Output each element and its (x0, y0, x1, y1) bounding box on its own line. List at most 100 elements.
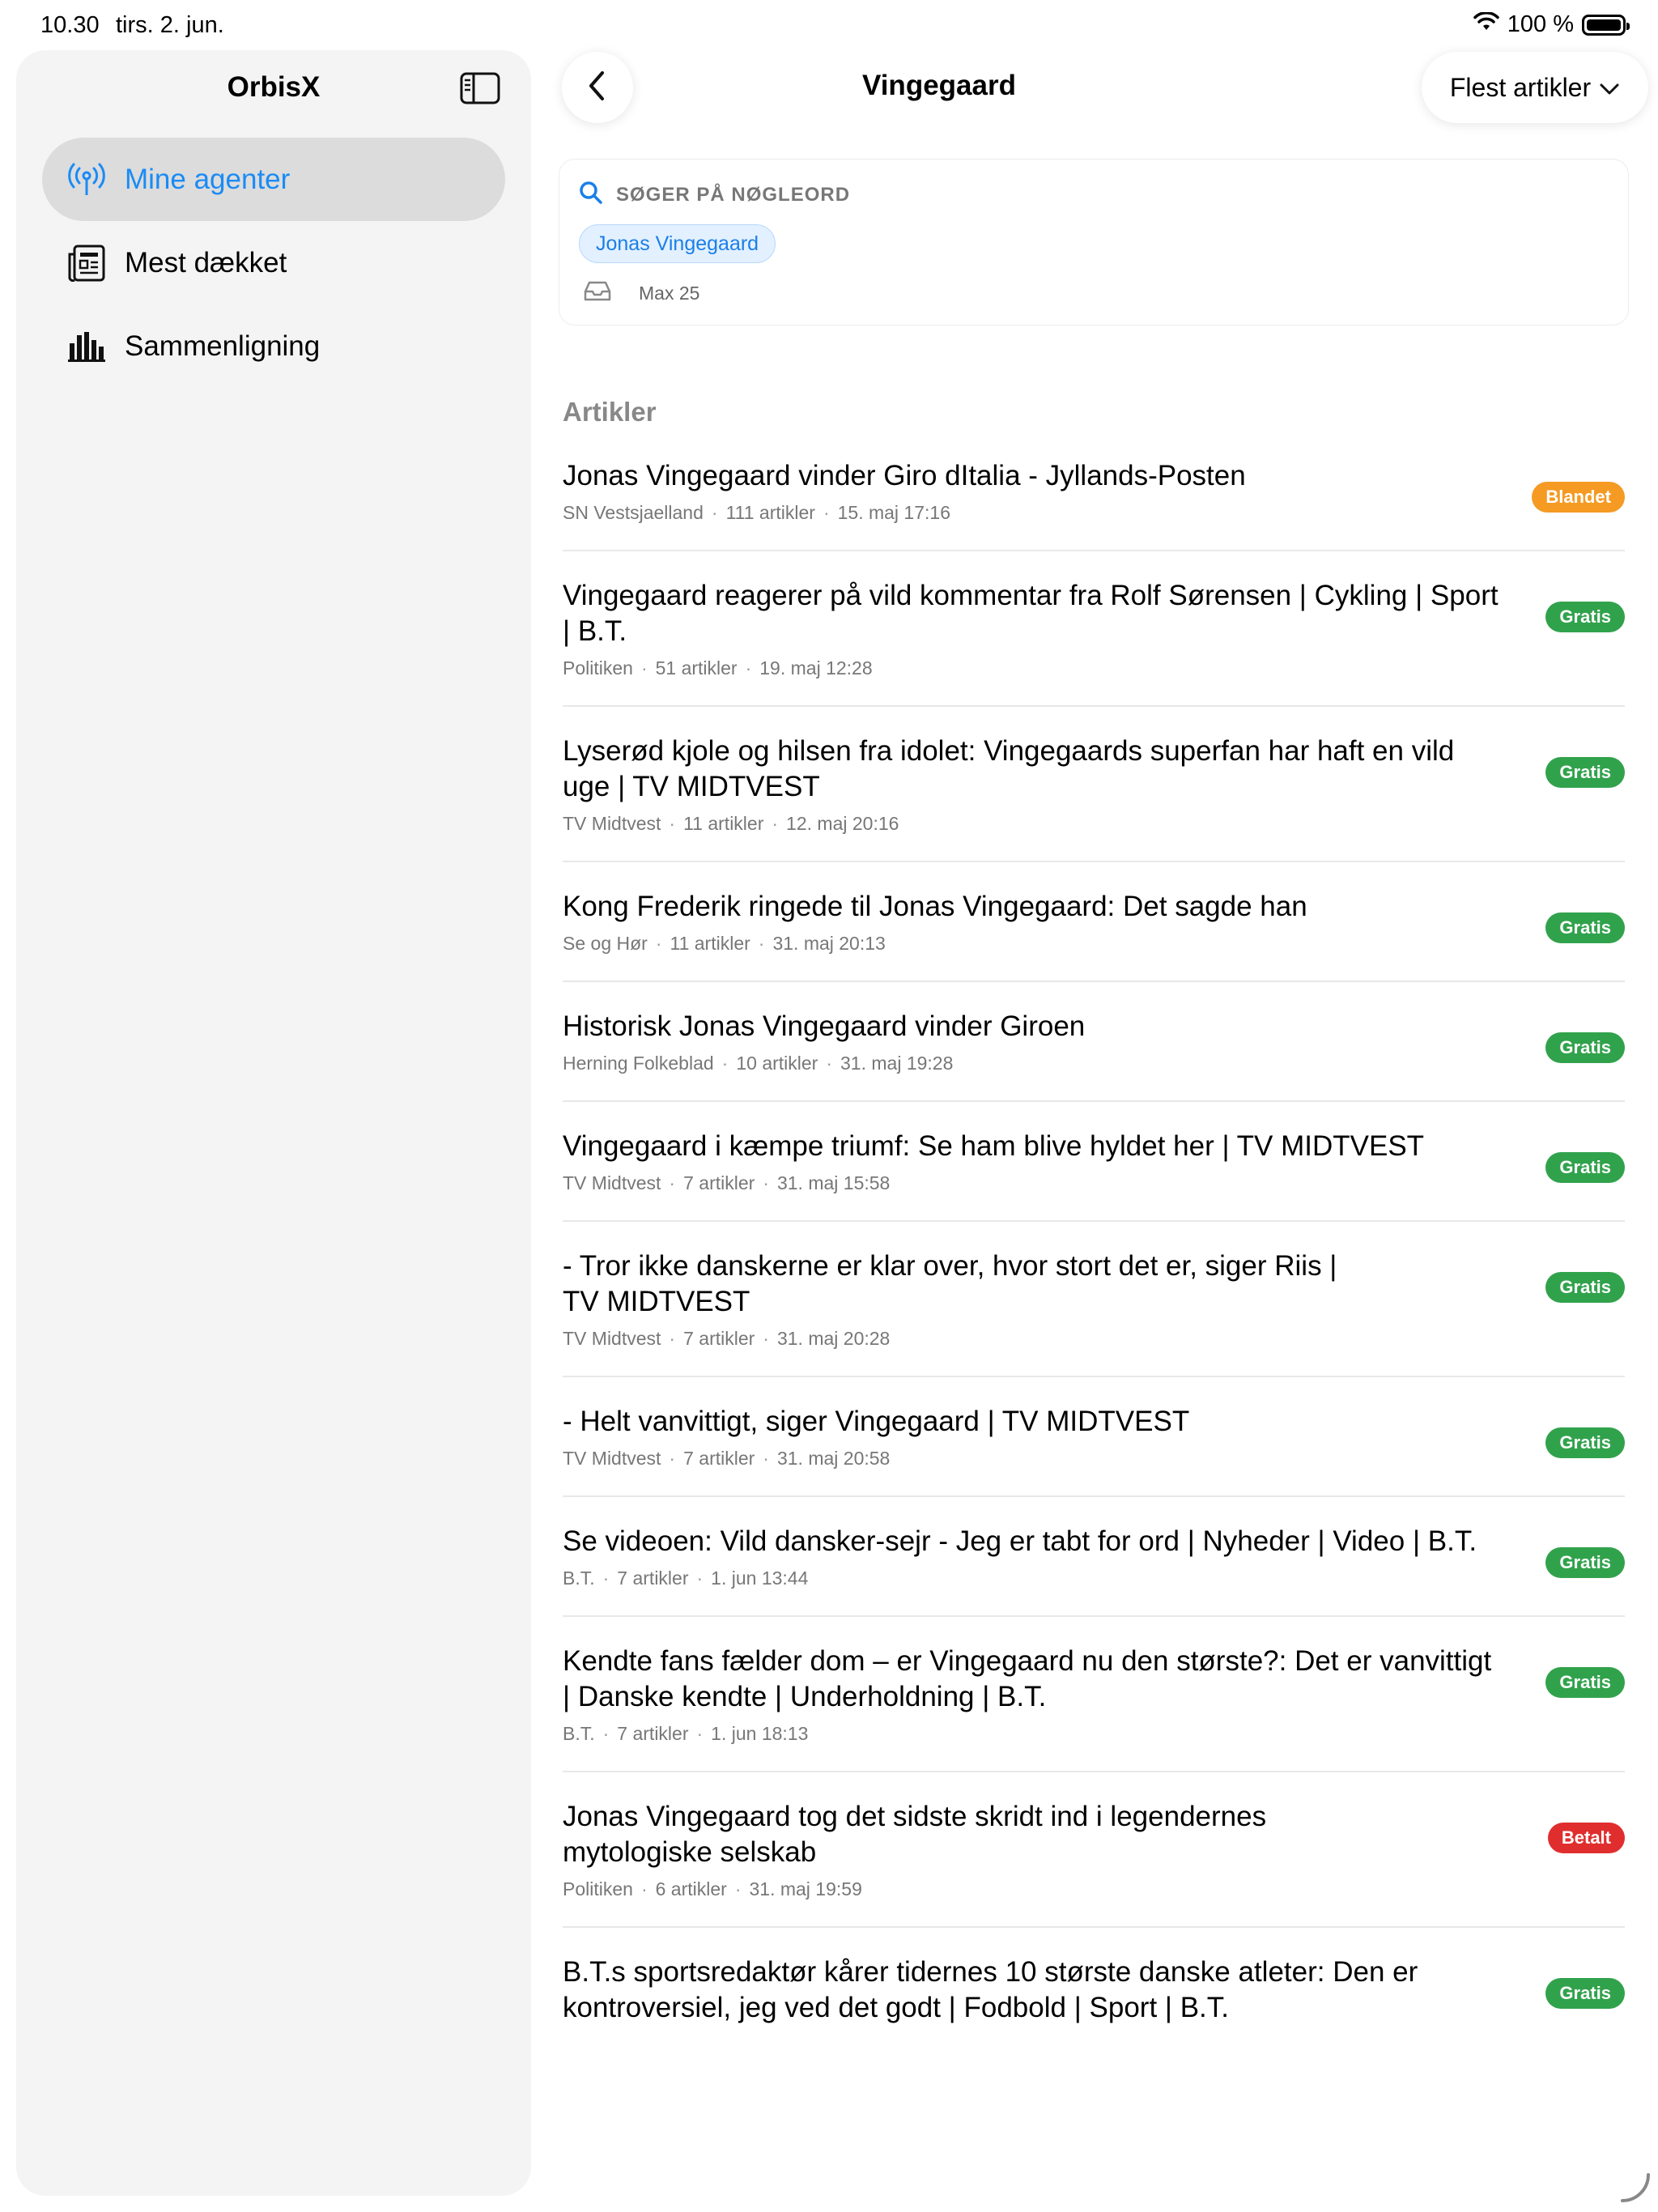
article-title: - Tror ikke danskerne er klar over, hvor… (563, 1250, 1337, 1317)
list-item[interactable]: Kong Frederik ringede til Jonas Vingegaa… (563, 889, 1625, 982)
sidebar-nav: Mine agenter Mest dækket Sammenligning (42, 138, 505, 388)
sort-dropdown[interactable]: Flest artikler (1422, 52, 1648, 123)
article-source: SN Vestsjaelland (563, 502, 704, 523)
sidebar-item-label: Sammenligning (125, 330, 321, 362)
article-meta: TV Midtvest · 7 artikler · 31. maj 20:58 (563, 1448, 891, 1469)
list-item[interactable]: Historisk Jonas Vingegaard vinder Giroen… (563, 1009, 1625, 1102)
article-meta: TV Midtvest · 7 artikler · 31. maj 20:28 (563, 1328, 891, 1349)
sidebar-item-sammenligning[interactable]: Sammenligning (42, 304, 505, 388)
status-date: tirs. 2. jun. (116, 12, 224, 38)
list-item[interactable]: Se videoen: Vild dansker-sejr - Jeg er t… (563, 1524, 1625, 1617)
article-source: TV Midtvest (563, 1172, 661, 1193)
article-title: Lyserød kjole og hilsen fra idolet: Ving… (563, 735, 1455, 802)
wifi-icon (1473, 11, 1499, 38)
scroll-indicator[interactable] (1619, 2172, 1652, 2204)
article-date: 19. maj 12:28 (759, 657, 873, 678)
status-bar: 10.30 tirs. 2. jun. 100 % (0, 0, 1658, 49)
search-label: SØGER PÅ NØGLEORD (616, 183, 851, 206)
keyword-chip[interactable]: Jonas Vingegaard (579, 224, 776, 263)
article-meta: B.T. · 7 artikler · 1. jun 18:13 (563, 1723, 809, 1744)
article-source: B.T. (563, 1723, 595, 1744)
article-date: 31. maj 19:59 (749, 1878, 862, 1899)
page-title: Vingegaard (862, 70, 1016, 101)
article-meta: Se og Hør · 11 artikler · 31. maj 20:13 (563, 933, 886, 954)
list-item[interactable]: - Helt vanvittigt, siger Vingegaard | TV… (563, 1404, 1625, 1497)
status-badge: Gratis (1545, 1427, 1625, 1458)
status-time: 10.30 (40, 12, 100, 38)
tray-icon (584, 279, 611, 307)
chevron-left-icon (586, 70, 609, 106)
article-count: 7 artikler (617, 1568, 689, 1589)
list-item[interactable]: - Tror ikke danskerne er klar over, hvor… (563, 1249, 1625, 1377)
article-source: TV Midtvest (563, 1328, 661, 1349)
article-list: Jonas Vingegaard vinder Giro dItalia - J… (563, 458, 1625, 2078)
list-item[interactable]: Jonas Vingegaard vinder Giro dItalia - J… (563, 458, 1625, 551)
sort-label: Flest artikler (1449, 72, 1592, 102)
article-source: Herning Folkeblad (563, 1053, 714, 1074)
search-header: SØGER PÅ NØGLEORD (579, 181, 850, 209)
article-count: 11 artikler (683, 813, 764, 834)
article-title: B.T.s sportsredaktør kårer tidernes 10 s… (563, 1956, 1418, 2023)
article-date: 1. jun 18:13 (711, 1723, 809, 1744)
article-meta: Herning Folkeblad · 10 artikler · 31. maj 19… (563, 1053, 954, 1074)
bar-chart-icon (66, 326, 107, 367)
article-source: Politiken (563, 657, 633, 678)
status-badge: Blandet (1532, 482, 1625, 513)
status-badge: Gratis (1545, 1667, 1625, 1698)
status-badge: Gratis (1545, 1152, 1625, 1183)
sidebar-item-mest-daekket[interactable]: Mest dækket (42, 221, 505, 304)
status-indicators: 100 % (1473, 11, 1630, 38)
sidebar-item-mine-agenter[interactable]: Mine agenter (42, 138, 505, 221)
status-badge: Gratis (1545, 602, 1625, 632)
article-count: 10 artikler (736, 1053, 818, 1074)
sidebar-toggle-icon[interactable] (460, 72, 500, 104)
article-date: 12. maj 20:16 (786, 813, 899, 834)
article-count: 7 artikler (683, 1448, 755, 1469)
status-badge: Betalt (1547, 1823, 1625, 1853)
status-badge: Gratis (1545, 757, 1625, 788)
article-meta: B.T. · 7 artikler · 1. jun 13:44 (563, 1568, 809, 1589)
sidebar-item-label: Mest dækket (125, 246, 287, 279)
article-meta: TV Midtvest · 7 artikler · 31. maj 15:58 (563, 1172, 891, 1193)
article-source: TV Midtvest (563, 813, 661, 834)
chevron-down-icon (1599, 73, 1620, 103)
article-date: 1. jun 13:44 (711, 1568, 809, 1589)
article-count: 51 artikler (655, 657, 738, 678)
article-date: 31. maj 19:28 (840, 1053, 954, 1074)
status-badge: Gratis (1545, 1272, 1625, 1303)
article-source: Politiken (563, 1878, 633, 1899)
section-title: Artikler (563, 397, 657, 427)
list-item[interactable]: Vingegaard i kæmpe triumf: Se ham blive … (563, 1129, 1625, 1222)
list-item[interactable]: Vingegaard reagerer på vild kommentar fr… (563, 578, 1625, 707)
article-count: 11 artikler (670, 933, 750, 954)
list-item[interactable]: Kendte fans fælder dom – er Vingegaard n… (563, 1644, 1625, 1772)
sidebar-item-label: Mine agenter (125, 163, 291, 195)
status-badge: Gratis (1545, 1978, 1625, 2009)
list-item[interactable]: Lyserød kjole og hilsen fra idolet: Ving… (563, 734, 1625, 862)
article-count: 7 artikler (683, 1172, 755, 1193)
article-title: Vingegaard reagerer på vild kommentar fr… (563, 580, 1499, 647)
sidebar: OrbisX Mine agenter Mest dækket Sammenli… (16, 50, 531, 2196)
search-criteria-card: SØGER PÅ NØGLEORD Jonas Vingegaard Max 2… (559, 159, 1629, 325)
article-title: Vingegaard i kæmpe triumf: Se ham blive … (563, 1130, 1425, 1162)
article-date: 31. maj 15:58 (776, 1172, 891, 1193)
article-count: 7 artikler (617, 1723, 689, 1744)
status-badge: Gratis (1545, 912, 1625, 943)
article-source: Se og Hør (563, 933, 648, 954)
article-title: Se videoen: Vild dansker-sejr - Jeg er t… (563, 1525, 1477, 1557)
list-item[interactable]: Jonas Vingegaard tog det sidste skridt i… (563, 1799, 1625, 1928)
max-results: Max 25 (584, 279, 699, 307)
article-source: B.T. (563, 1568, 595, 1589)
article-count: 7 artikler (683, 1328, 755, 1349)
newspaper-icon (66, 243, 107, 283)
status-badge: Gratis (1545, 1547, 1625, 1578)
article-count: 6 artikler (655, 1878, 727, 1899)
article-title: Jonas Vingegaard vinder Giro dItalia - J… (563, 460, 1246, 491)
article-date: 31. maj 20:13 (772, 933, 886, 954)
back-button[interactable] (562, 52, 633, 123)
article-meta: Politiken · 51 artikler · 19. maj 12:28 (563, 657, 873, 678)
app-title: OrbisX (227, 71, 321, 103)
list-item[interactable]: B.T.s sportsredaktør kårer tidernes 10 s… (563, 1955, 1625, 2052)
search-icon (579, 181, 603, 209)
article-date: 31. maj 20:58 (776, 1448, 891, 1469)
